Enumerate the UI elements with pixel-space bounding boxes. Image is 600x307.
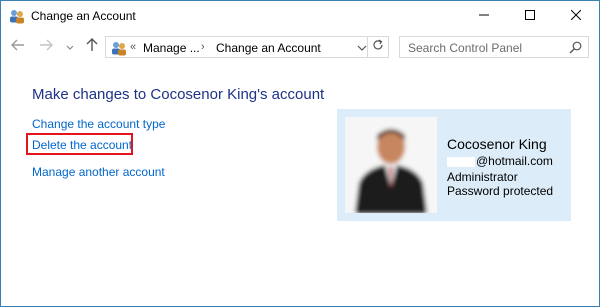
recent-locations-button[interactable] [61, 38, 79, 56]
account-email-domain: @hotmail.com [476, 154, 553, 168]
account-email: @hotmail.com [447, 154, 553, 168]
maximize-icon [525, 7, 535, 25]
users-icon [9, 8, 25, 24]
account-card: Cocosenor King @hotmail.com Administrato… [337, 109, 571, 221]
refresh-button[interactable] [367, 36, 389, 58]
search-icon[interactable] [569, 41, 582, 54]
account-password-status: Password protected [447, 184, 554, 198]
arrow-right-icon [39, 38, 53, 56]
address-bar[interactable]: « Manage ... › Change an Account [105, 36, 389, 58]
title-bar: Change an Account [1, 1, 599, 31]
breadcrumb-separator[interactable]: › [201, 41, 205, 53]
maximize-button[interactable] [507, 1, 553, 31]
breadcrumb-overflow[interactable]: « [130, 41, 136, 53]
breadcrumb-manage[interactable]: Manage ... [143, 41, 200, 55]
search-input[interactable]: Search Control Panel [408, 41, 522, 55]
avatar [345, 117, 437, 213]
back-button[interactable] [9, 38, 27, 56]
delete-account-link[interactable]: Delete the account [32, 138, 132, 152]
arrow-up-icon [86, 37, 98, 57]
control-panel-window: Change an Account « Manage ... › Change … [0, 0, 600, 307]
chevron-down-icon [66, 38, 74, 56]
manage-another-account-link[interactable]: Manage another account [32, 165, 165, 179]
forward-button[interactable] [37, 38, 55, 56]
window-title: Change an Account [31, 9, 136, 23]
up-button[interactable] [83, 37, 101, 57]
arrow-left-icon [11, 38, 25, 56]
refresh-icon [372, 38, 384, 56]
close-icon [570, 7, 582, 25]
account-role: Administrator [447, 170, 518, 184]
minimize-button[interactable] [461, 1, 507, 31]
redaction-mark [447, 156, 475, 167]
breadcrumb-change-account[interactable]: Change an Account [216, 41, 321, 55]
page-title: Make changes to Cocosenor King's account [32, 86, 325, 103]
users-icon [111, 40, 127, 56]
close-button[interactable] [553, 1, 599, 31]
search-box[interactable]: Search Control Panel [399, 36, 589, 58]
account-name: Cocosenor King [447, 136, 547, 152]
change-account-type-link[interactable]: Change the account type [32, 117, 165, 131]
minimize-icon [479, 7, 489, 25]
navigation-bar: « Manage ... › Change an Account Search … [1, 33, 599, 61]
